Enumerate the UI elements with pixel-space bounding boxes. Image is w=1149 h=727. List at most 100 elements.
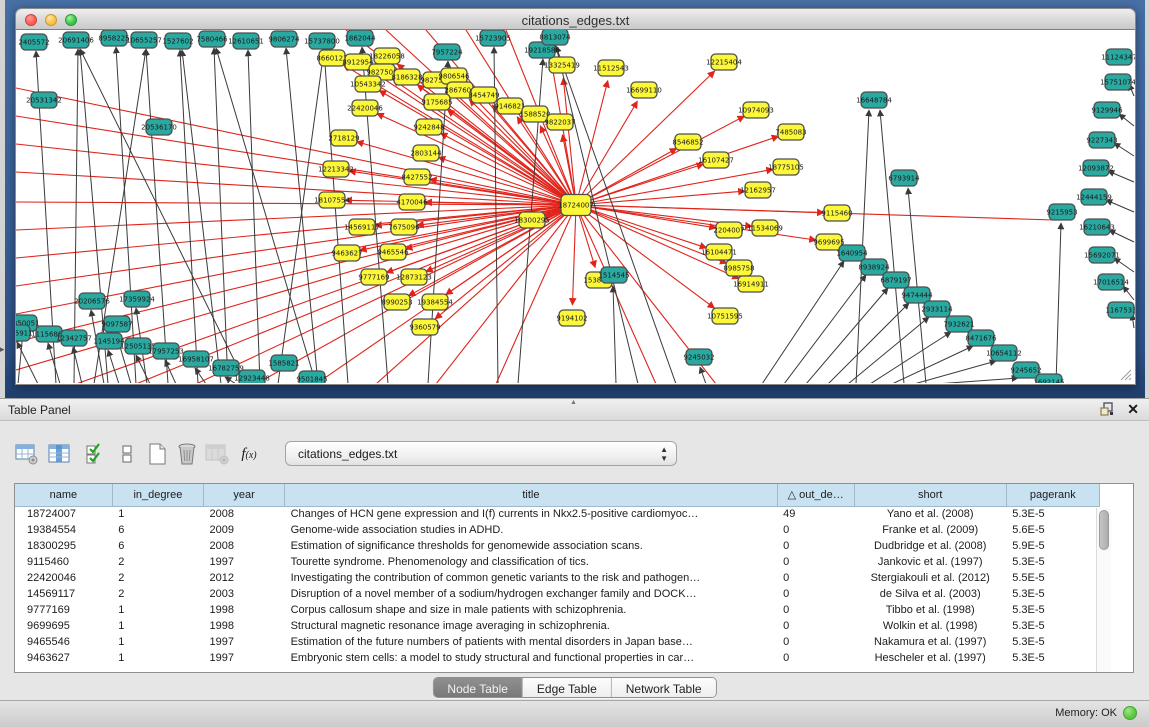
table-cell[interactable]: 1 bbox=[112, 602, 203, 618]
graph-node[interactable]: 9097587 bbox=[101, 316, 132, 332]
graph-node[interactable]: 10655257 bbox=[126, 32, 162, 48]
table-cell[interactable]: 2003 bbox=[204, 586, 285, 602]
graph-node[interactable]: 15751074 bbox=[1100, 74, 1135, 90]
graph-node[interactable]: 9501845 bbox=[296, 371, 327, 383]
float-panel-icon[interactable] bbox=[1100, 402, 1115, 417]
table-cell[interactable]: 2008 bbox=[204, 506, 285, 522]
table-row[interactable]: 969969511998Structural magnetic resonanc… bbox=[15, 618, 1100, 634]
graph-node[interactable]: 1514545 bbox=[598, 267, 629, 283]
graph-node[interactable]: 15723905 bbox=[475, 30, 511, 46]
graph-node[interactable]: 15692071 bbox=[1084, 247, 1120, 263]
table-cell[interactable]: Genome-wide association studies in ADHD. bbox=[285, 522, 778, 538]
graph-node[interactable]: 8958225 bbox=[98, 30, 129, 46]
table-selector-dropdown[interactable]: citations_edges.txt ▲▼ bbox=[285, 441, 677, 466]
graph-node[interactable]: 12610651 bbox=[228, 33, 264, 49]
graph-node[interactable]: 18226058 bbox=[369, 48, 405, 64]
table-cell[interactable]: 5.3E-5 bbox=[1006, 554, 1099, 570]
table-cell[interactable]: 1998 bbox=[204, 602, 285, 618]
graph-node[interactable]: 2803144 bbox=[410, 145, 442, 161]
graph-node[interactable]: 11534069 bbox=[747, 220, 783, 236]
table-row[interactable]: 1830029562008Estimation of significance … bbox=[15, 538, 1100, 554]
table-cell[interactable]: 5.6E-5 bbox=[1006, 522, 1099, 538]
graph-node[interactable]: 1167533 bbox=[1105, 302, 1135, 318]
graph-node[interactable]: 9806274 bbox=[268, 31, 300, 47]
graph-node[interactable]: 12213342 bbox=[318, 161, 354, 177]
graph-node[interactable]: 20691406 bbox=[58, 32, 94, 48]
window-titlebar[interactable]: citations_edges.txt bbox=[15, 8, 1136, 30]
table-cell[interactable]: 1 bbox=[112, 650, 203, 666]
graph-node[interactable]: 2204007 bbox=[713, 222, 744, 238]
graph-node[interactable]: 14569117 bbox=[344, 219, 380, 235]
table-cell[interactable]: 1997 bbox=[204, 634, 285, 650]
graph-node[interactable]: 10974093 bbox=[738, 102, 774, 118]
table-row[interactable]: 1872400712008Changes of HCN gene express… bbox=[15, 506, 1100, 522]
table-cell[interactable]: 2 bbox=[112, 570, 203, 586]
close-panel-icon[interactable]: ✕ bbox=[1127, 402, 1139, 417]
graph-node[interactable]: 8985758 bbox=[723, 260, 754, 276]
table-cell[interactable]: 1 bbox=[112, 634, 203, 650]
graph-node[interactable]: 16210643 bbox=[1079, 219, 1115, 235]
graph-node[interactable]: 12342757 bbox=[56, 330, 92, 346]
table-cell[interactable]: 18300295 bbox=[15, 538, 112, 554]
graph-node[interactable]: 10654112 bbox=[986, 345, 1022, 361]
table-cell[interactable]: Structural magnetic resonance image aver… bbox=[285, 618, 778, 634]
graph-node[interactable]: 18300295 bbox=[514, 212, 550, 228]
graph-node[interactable]: 9215953 bbox=[1046, 204, 1077, 220]
graph-node[interactable]: 7675096 bbox=[388, 219, 420, 235]
table-cell[interactable]: Changes of HCN gene expression and I(f) … bbox=[285, 506, 778, 522]
table-cell[interactable]: Investigating the contribution of common… bbox=[285, 570, 778, 586]
graph-node[interactable]: 1527602 bbox=[162, 33, 193, 49]
table-cell[interactable]: Wolkin et al. (1998) bbox=[854, 618, 1006, 634]
tab-network-table[interactable]: Network Table bbox=[611, 678, 716, 698]
graph-node[interactable]: 7485083 bbox=[775, 124, 806, 140]
graph-node[interactable]: 12215404 bbox=[706, 54, 742, 70]
table-cell[interactable]: Tourette syndrome. Phenomenology and cla… bbox=[285, 554, 778, 570]
graph-node[interactable]: 10543342 bbox=[350, 76, 386, 92]
graph-node[interactable]: 9194102 bbox=[556, 310, 587, 326]
graph-node[interactable]: 18724007 bbox=[558, 195, 594, 216]
table-row[interactable]: 2242004622012Investigating the contribut… bbox=[15, 570, 1100, 586]
table-cell[interactable]: 0 bbox=[777, 570, 854, 586]
table-row[interactable]: 946362711997Embryonic stem cells: a mode… bbox=[15, 650, 1100, 666]
table-cell[interactable]: 18724007 bbox=[15, 506, 112, 522]
select-column-icon[interactable] bbox=[44, 439, 74, 469]
table-cell[interactable]: 9463627 bbox=[15, 650, 112, 666]
graph-node[interactable]: 10751595 bbox=[707, 308, 743, 324]
table-cell[interactable]: 6 bbox=[112, 538, 203, 554]
graph-node[interactable]: 2405572 bbox=[18, 34, 49, 50]
graph-node[interactable]: 8454749 bbox=[468, 87, 499, 103]
graph-node[interactable]: 16648784 bbox=[856, 92, 892, 108]
graph-node[interactable]: 18107554 bbox=[314, 192, 350, 208]
column-header-out_de[interactable]: △ out_de… bbox=[777, 484, 854, 506]
table-cell[interactable]: 19384554 bbox=[15, 522, 112, 538]
table-cell[interactable]: de Silva et al. (2003) bbox=[854, 586, 1006, 602]
table-cell[interactable]: 0 bbox=[777, 554, 854, 570]
graph-node[interactable]: 16107427 bbox=[698, 152, 734, 168]
table-cell[interactable]: 0 bbox=[777, 602, 854, 618]
delete-column-icon[interactable] bbox=[172, 439, 202, 469]
graph-node[interactable]: 16104471 bbox=[701, 244, 737, 260]
graph-node[interactable]: 7580466 bbox=[196, 31, 228, 47]
graph-node[interactable]: 20531342 bbox=[26, 92, 62, 108]
graph-node[interactable]: 9129946 bbox=[1091, 102, 1123, 118]
graph-node[interactable]: 8427552 bbox=[401, 169, 432, 185]
table-cell[interactable]: Hescheler et al. (1997) bbox=[854, 650, 1006, 666]
graph-node[interactable]: 12873123 bbox=[396, 269, 432, 285]
table-cell[interactable]: 0 bbox=[777, 522, 854, 538]
graph-node[interactable]: 1692145 bbox=[1033, 374, 1064, 383]
table-cell[interactable]: Dudbridge et al. (2008) bbox=[854, 538, 1006, 554]
table-cell[interactable]: Disruption of a novel member of a sodium… bbox=[285, 586, 778, 602]
table-cell[interactable]: 9115460 bbox=[15, 554, 112, 570]
table-cell[interactable]: 0 bbox=[777, 650, 854, 666]
graph-node[interactable]: 16914911 bbox=[733, 276, 769, 292]
graph-node[interactable]: 20536170 bbox=[141, 119, 177, 135]
new-column-icon[interactable] bbox=[142, 439, 172, 469]
table-cell[interactable]: Stergiakouli et al. (2012) bbox=[854, 570, 1006, 586]
graph-node[interactable]: 9822037 bbox=[544, 114, 575, 130]
table-cell[interactable]: 2008 bbox=[204, 538, 285, 554]
table-cell[interactable]: 1997 bbox=[204, 554, 285, 570]
graph-node[interactable]: 13325419 bbox=[544, 57, 580, 73]
scrollbar-thumb[interactable] bbox=[1099, 510, 1109, 550]
graph-node[interactable]: 6879197 bbox=[880, 272, 911, 288]
graph-node[interactable]: 2718129 bbox=[328, 130, 359, 146]
